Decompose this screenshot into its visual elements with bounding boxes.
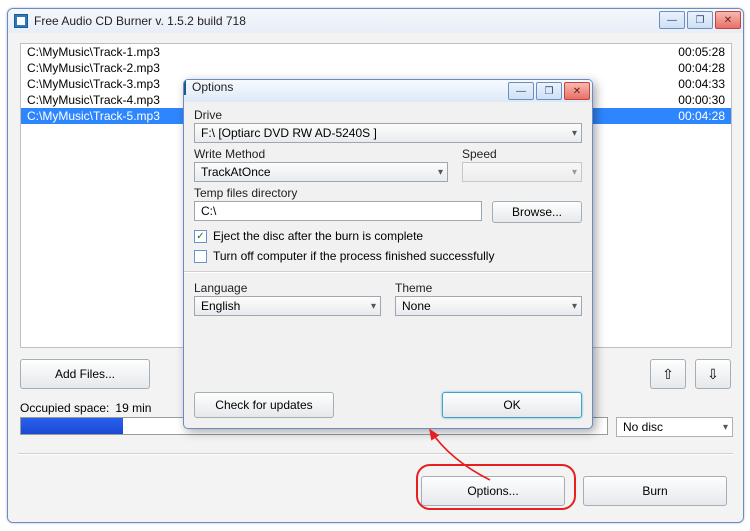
- shutdown-label: Turn off computer if the process finishe…: [213, 249, 494, 263]
- track-path: C:\MyMusic\Track-1.mp3: [27, 44, 160, 60]
- chevron-down-icon: ▾: [572, 167, 577, 178]
- burn-button[interactable]: Burn: [583, 476, 727, 506]
- app-icon: [14, 14, 28, 28]
- dialog-close-button[interactable]: ✕: [564, 82, 590, 100]
- speed-select[interactable]: ▾: [462, 162, 582, 182]
- disc-selector[interactable]: No disc ▾: [616, 417, 733, 437]
- temp-dir-label: Temp files directory: [194, 186, 582, 200]
- track-duration: 00:05:28: [678, 44, 725, 60]
- eject-label: Eject the disc after the burn is complet…: [213, 229, 423, 243]
- write-method-value: TrackAtOnce: [201, 165, 271, 179]
- chevron-down-icon: ▾: [572, 128, 577, 139]
- theme-label: Theme: [395, 281, 582, 295]
- drive-select-value: F:\ [Optiarc DVD RW AD-5240S ]: [201, 126, 377, 140]
- occupied-space-label: Occupied space: 19 min: [20, 401, 151, 415]
- eject-checkbox[interactable]: ✓ Eject the disc after the burn is compl…: [194, 229, 582, 243]
- occupied-progress-fill: [21, 418, 123, 434]
- browse-button[interactable]: Browse...: [492, 201, 582, 223]
- language-label: Language: [194, 281, 381, 295]
- options-title: Options: [192, 80, 233, 94]
- chevron-down-icon: ▾: [572, 301, 577, 312]
- drive-label: Drive: [194, 108, 582, 122]
- track-path: C:\MyMusic\Track-2.mp3: [27, 60, 160, 76]
- write-method-label: Write Method: [194, 147, 448, 161]
- track-row[interactable]: C:\MyMusic\Track-2.mp3 00:04:28: [21, 60, 731, 76]
- speed-label: Speed: [462, 147, 582, 161]
- chevron-down-icon: ▾: [723, 422, 728, 433]
- track-path: C:\MyMusic\Track-4.mp3: [27, 92, 160, 108]
- close-button[interactable]: ✕: [715, 11, 741, 29]
- theme-select[interactable]: None ▾: [395, 296, 582, 316]
- divider: [18, 453, 733, 455]
- track-path: C:\MyMusic\Track-5.mp3: [27, 108, 160, 124]
- track-duration: 00:04:28: [678, 60, 725, 76]
- options-dialog: Options — ❐ ✕ Drive F:\ [Optiarc DVD RW …: [183, 79, 593, 429]
- dialog-maximize-button[interactable]: ❐: [536, 82, 562, 100]
- divider: [184, 271, 592, 273]
- temp-dir-input[interactable]: C:\: [194, 201, 482, 221]
- chevron-down-icon: ▾: [438, 167, 443, 178]
- maximize-button[interactable]: ❐: [687, 11, 713, 29]
- drive-select[interactable]: F:\ [Optiarc DVD RW AD-5240S ] ▾: [194, 123, 582, 143]
- shutdown-checkbox[interactable]: Turn off computer if the process finishe…: [194, 249, 582, 263]
- track-row[interactable]: C:\MyMusic\Track-1.mp3 00:05:28: [21, 44, 731, 60]
- occupied-label-text: Occupied space:: [20, 401, 109, 415]
- move-down-button[interactable]: ⇩: [695, 359, 731, 389]
- theme-value: None: [402, 299, 431, 313]
- language-select[interactable]: English ▾: [194, 296, 381, 316]
- options-body: Drive F:\ [Optiarc DVD RW AD-5240S ] ▾ W…: [184, 102, 592, 428]
- track-path: C:\MyMusic\Track-3.mp3: [27, 76, 160, 92]
- chevron-down-icon: ▾: [371, 301, 376, 312]
- app-icon: [184, 79, 186, 95]
- check-updates-button[interactable]: Check for updates: [194, 392, 334, 418]
- options-titlebar[interactable]: Options — ❐ ✕: [184, 80, 592, 102]
- add-files-button[interactable]: Add Files...: [20, 359, 150, 389]
- write-method-select[interactable]: TrackAtOnce ▾: [194, 162, 448, 182]
- track-duration: 00:04:28: [678, 108, 725, 124]
- main-titlebar[interactable]: Free Audio CD Burner v. 1.5.2 build 718 …: [8, 9, 743, 33]
- checkbox-icon: [194, 250, 207, 263]
- dialog-minimize-button[interactable]: —: [508, 82, 534, 100]
- minimize-button[interactable]: —: [659, 11, 685, 29]
- language-value: English: [201, 299, 240, 313]
- ok-button[interactable]: OK: [442, 392, 582, 418]
- temp-dir-value: C:\: [201, 204, 216, 218]
- track-duration: 00:04:33: [678, 76, 725, 92]
- main-title: Free Audio CD Burner v. 1.5.2 build 718: [34, 14, 246, 28]
- disc-selector-value: No disc: [623, 420, 663, 434]
- move-up-button[interactable]: ⇧: [650, 359, 686, 389]
- options-button[interactable]: Options...: [421, 476, 565, 506]
- checkbox-icon: ✓: [194, 230, 207, 243]
- occupied-value: 19 min: [115, 401, 151, 415]
- track-duration: 00:00:30: [678, 92, 725, 108]
